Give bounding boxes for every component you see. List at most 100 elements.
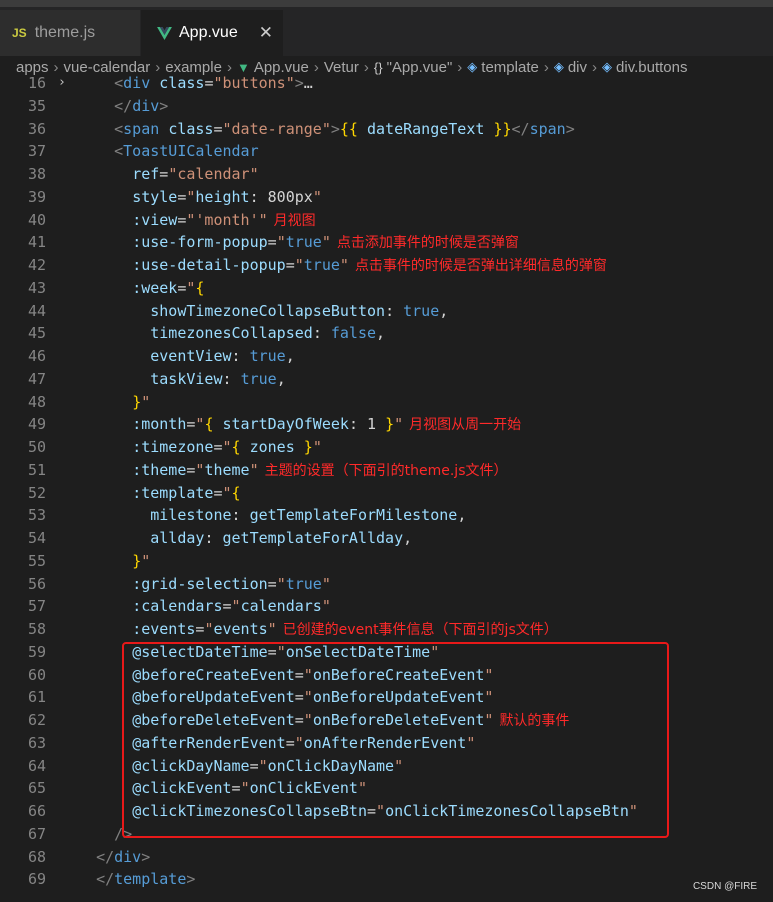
code-text: ref="calendar" [132,165,259,183]
code-text: }" [132,392,151,411]
line-number: 49 [27,415,46,434]
watermark: CSDN @FIRE [692,881,757,892]
code-text: :use-form-popup="true" 点击添加事件的时候是否弹窗 [132,233,519,252]
line-number: 47 [27,369,46,388]
code-text: taskView: true, [150,369,286,388]
line-number: 42 [27,256,46,274]
code-text: allday: getTemplateForAllday, [150,529,413,547]
close-icon[interactable]: ✕ [259,23,273,43]
line-number: 66 [27,802,46,820]
code-text: :theme="theme" 主题的设置（下面引的theme.js文件） [132,460,508,479]
vue-file-icon [157,26,172,40]
line-number: 52 [27,483,46,502]
code-text: milestone: getTemplateForMilestone, [150,506,467,525]
code-text: timezonesCollapsed: false, [150,324,386,343]
line-number: 69 [27,870,46,889]
code-line[interactable]: 16 › <div class="buttons">… [0,72,773,94]
line-number: 45 [27,324,46,343]
annotation-note: 已创建的event事件信息（下面引的js文件） [282,622,558,638]
line-number: 16 [27,74,46,92]
code-line[interactable]: 35 </div> [0,95,773,117]
line-number: 55 [27,551,46,570]
code-line[interactable]: 69 </template> [0,868,773,890]
annotation-note: 月视图从周一开始 [409,417,522,434]
code-text: :events="events" 已创建的event事件信息（下面引的js文件） [132,620,558,638]
line-number: 60 [27,665,46,684]
code-text: <ToastUICalendar [114,142,259,161]
line-number: 40 [27,210,46,229]
code-text: <div class="buttons">… [114,74,313,92]
code-text: :week="{ [132,278,205,297]
code-line[interactable]: 68 </div> [0,846,773,868]
code-line[interactable]: 52 :template="{ [0,482,773,504]
tab-app-vue[interactable]: App.vue ✕ [141,10,283,56]
line-number: 46 [27,347,46,365]
code-line[interactable]: 49 :month="{ startDayOfWeek: 1 }" 月视图从周一开… [0,413,773,435]
code-text: showTimezoneCollapseButton: true, [150,301,449,320]
code-text: :month="{ startDayOfWeek: 1 }" 月视图从周一开始 [132,415,522,434]
code-line[interactable]: 46 eventView: true, [0,345,773,367]
code-line[interactable]: 36 <span class="date-range">{{ dateRange… [0,118,773,140]
code-line[interactable]: 56 :grid-selection="true" [0,573,773,595]
line-number: 38 [27,165,46,183]
line-number: 44 [27,301,46,320]
tab-theme-js[interactable]: JS theme.js [0,10,140,56]
line-number: 37 [27,142,46,161]
fold-chevron-icon[interactable]: › [58,72,66,94]
line-number: 51 [27,460,46,479]
code-line[interactable]: 58 :events="events" 已创建的event事件信息（下面引的js文… [0,618,773,640]
line-number: 63 [27,733,46,752]
code-text: :view="'month'" 月视图 [132,210,316,229]
line-number: 65 [27,779,46,798]
code-line[interactable]: 40 :view="'month'" 月视图 [0,209,773,231]
code-text: :calendars="calendars" [132,597,331,616]
code-line[interactable]: 37 <ToastUICalendar [0,140,773,162]
code-line[interactable]: 41 :use-form-popup="true" 点击添加事件的时候是否弹窗 [0,231,773,253]
code-line[interactable]: 53 milestone: getTemplateForMilestone, [0,504,773,526]
line-number: 50 [27,438,46,456]
code-text: :template="{ [132,483,241,502]
line-number: 35 [27,96,46,115]
line-number: 36 [27,119,46,138]
code-line[interactable]: 55 }" [0,550,773,572]
line-number: 64 [27,756,46,775]
code-text: eventView: true, [150,347,295,365]
code-line[interactable]: 50 :timezone="{ zones }" [0,436,773,458]
code-line[interactable]: 38 ref="calendar" [0,163,773,185]
line-number: 54 [27,529,46,547]
code-line[interactable]: 45 timezonesCollapsed: false, [0,322,773,344]
code-line[interactable]: 48 }" [0,391,773,413]
code-text: }" [132,551,151,570]
line-number: 67 [27,824,46,843]
tab-label: theme.js [34,24,96,41]
line-number: 57 [27,597,46,616]
tab-label: App.vue [179,24,238,41]
code-text: </template> [96,870,196,889]
code-line[interactable]: 42 :use-detail-popup="true" 点击事件的时候是否弹出详细… [0,254,773,276]
line-number: 53 [27,506,46,525]
code-line[interactable]: 39 style="height: 800px" [0,186,773,208]
code-line[interactable]: 54 allday: getTemplateForAllday, [0,527,773,549]
line-number: 43 [27,278,46,297]
annotation-note: 主题的设置（下面引的theme.js文件） [264,462,508,479]
line-number: 68 [27,847,46,866]
line-number: 48 [27,392,46,411]
code-line[interactable]: 47 taskView: true, [0,368,773,390]
code-text: :use-detail-popup="true" 点击事件的时候是否弹出详细信息的… [132,256,607,274]
code-line[interactable]: 51 :theme="theme" 主题的设置（下面引的theme.js文件） [0,459,773,481]
code-text: :grid-selection="true" [132,574,331,593]
line-number: 61 [27,688,46,707]
code-text: </div> [114,96,169,115]
line-number: 41 [27,233,46,252]
code-line[interactable]: 43 :week="{ [0,277,773,299]
code-line[interactable]: 44 showTimezoneCollapseButton: true, [0,300,773,322]
annotation-note: 点击事件的时候是否弹出详细信息的弹窗 [354,258,607,274]
line-number: 58 [27,620,46,638]
line-number: 39 [27,187,46,206]
annotation-note: 点击添加事件的时候是否弹窗 [336,235,519,252]
code-text: :timezone="{ zones }" [132,438,322,456]
tab-bar: JS theme.js App.vue ✕ [0,0,773,56]
code-line[interactable]: 57 :calendars="calendars" [0,595,773,617]
code-text: <span class="date-range">{{ dateRangeTex… [114,119,575,138]
highlight-box [122,642,669,838]
